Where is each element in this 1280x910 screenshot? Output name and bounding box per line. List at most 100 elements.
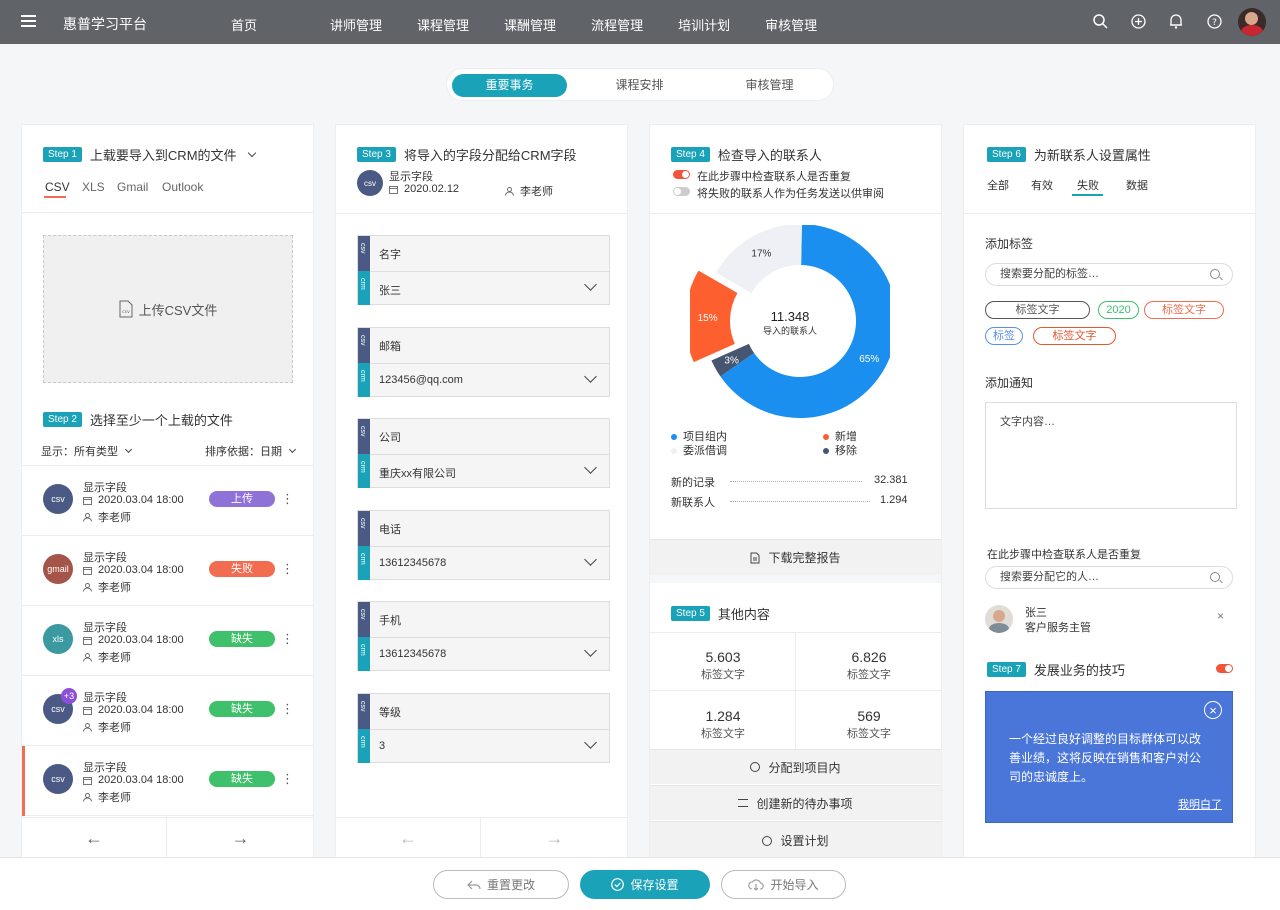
filetab-outlook[interactable]: Outlook [162,180,203,194]
search-icon [1210,572,1220,582]
save-button[interactable]: 保存设置 [580,870,710,899]
import-label: 开始导入 [770,878,819,892]
prev-arrow-icon[interactable]: ← [22,818,167,858]
upload-dropzone[interactable]: csv 上传CSV文件 [43,235,293,383]
mapping-field[interactable]: csv crm 公司 重庆xx有限公司 [357,418,610,488]
save-label: 保存设置 [630,878,679,892]
tag-chip[interactable]: 标签文字 [1144,301,1224,319]
chevron-down-icon[interactable] [584,735,597,749]
filter-tab-all[interactable]: 全部 [987,177,1009,193]
send-failed-toggle[interactable] [673,187,690,196]
tag-chip[interactable]: 2020 [1098,301,1139,319]
stat-value: 1.284 [705,708,741,724]
mapping-field[interactable]: csv crm 邮箱 123456@qq.com [357,326,610,397]
bell-icon[interactable] [1168,13,1184,29]
mapping-field[interactable]: csv crm 名字 张三 [357,235,610,305]
next-arrow-icon[interactable]: → [482,818,627,858]
person-name: 张三 [1025,607,1047,619]
field-value[interactable]: 3 [379,740,385,752]
filter-tab-data[interactable]: 数据 [1126,177,1148,193]
create-todo-label: 创建新的待办事项 [756,796,853,811]
tag-chip[interactable]: 标签文字 [985,301,1090,319]
chevron-down-icon[interactable] [247,148,256,157]
more-options-icon[interactable]: ⋮ [281,771,294,787]
filter-tab-valid[interactable]: 有效 [1031,177,1053,193]
chevron-down-icon[interactable] [584,552,597,566]
assign-project-button[interactable]: 分配到项目内 [650,749,941,784]
legend-dot [823,434,829,441]
nav-courses[interactable]: 课程管理 [417,15,469,34]
file-list-item[interactable]: xls 显示字段 2020.03.04 18:00 李老师 缺失 ⋮ [22,606,313,676]
filetab-gmail[interactable]: Gmail [117,180,148,194]
field-value[interactable]: 13612345678 [379,648,446,660]
user-avatar[interactable] [1238,8,1266,36]
field-value[interactable]: 123456@qq.com [379,374,463,386]
tips-toggle[interactable] [1216,664,1233,673]
mapping-field[interactable]: csv crm 手机 13612345678 [357,601,610,671]
search-icon[interactable] [1092,13,1108,29]
nav-training-plan[interactable]: 培训计划 [678,15,730,34]
nav-review[interactable]: 审核管理 [765,15,817,34]
filter-dropdown[interactable]: 显示：所有类型 [41,443,133,459]
chevron-down-icon[interactable] [584,644,597,657]
set-plan-button[interactable]: 设置计划 [650,821,941,859]
field-value[interactable]: 重庆xx有限公司 [379,465,456,481]
nav-lecturers[interactable]: 讲师管理 [330,15,382,34]
file-date: 2020.02.12 [404,183,460,195]
nav-process[interactable]: 流程管理 [591,15,643,34]
download-report-button[interactable]: 下载完整报告 [650,539,941,575]
person-search-input[interactable]: 搜索要分配它的人… [985,566,1233,589]
hamburger-menu-icon[interactable] [21,15,36,27]
chevron-down-icon[interactable] [584,369,597,383]
create-todo-button[interactable]: 创建新的待办事项 [650,785,941,820]
chevron-down-icon[interactable] [584,461,597,474]
file-list-item[interactable]: csv 显示字段 2020.03.04 18:00 李老师 缺失 ⋮ [22,746,313,816]
step-3-title: 将导入的字段分配给CRM字段 [403,148,577,163]
file-list-item[interactable]: csv 显示字段 2020.03.04 18:00 李老师 上传 ⋮ [22,466,313,536]
chevron-down-icon[interactable] [584,278,597,291]
filter-tab-failed[interactable]: 失败 [1077,177,1099,193]
filetab-csv[interactable]: CSV [45,180,70,194]
contacts-check-card: Step 4 检查导入的联系人 在此步骤中检查联系人是否重复 将失败的联系人作为… [649,124,942,859]
source-strip: csv crm [358,419,370,488]
start-import-button[interactable]: 开始导入 [721,870,846,899]
tab-course-schedule[interactable]: 课程安排 [582,74,697,97]
more-options-icon[interactable]: ⋮ [281,631,294,647]
more-options-icon[interactable]: ⋮ [281,701,294,717]
prev-arrow-icon[interactable]: ← [336,818,481,858]
notice-textarea[interactable]: 文字内容… [985,402,1237,509]
add-icon[interactable] [1130,13,1146,29]
tag-chip[interactable]: 标签文字 [1033,327,1116,345]
mapping-field[interactable]: csv crm 电话 13612345678 [357,509,610,580]
sort-dropdown[interactable]: 排序依据：日期 [205,443,297,459]
reset-button[interactable]: 重置更改 [433,870,569,899]
duplicate-check-toggle[interactable] [673,170,690,179]
step-7-badge: Step 7 [987,662,1026,677]
more-options-icon[interactable]: ⋮ [281,561,294,577]
tab-review[interactable]: 审核管理 [712,74,827,97]
next-arrow-icon[interactable]: → [168,818,313,858]
calendar-icon [389,185,398,194]
file-list-item[interactable]: gmail 显示字段 2020.03.04 18:00 李老师 失败 ⋮ [22,536,313,606]
top-bar: 惠普学习平台 首页 讲师管理 课程管理 课酬管理 流程管理 培训计划 审核管理 … [0,0,1280,44]
nav-home[interactable]: 首页 [231,15,257,34]
field-value[interactable]: 张三 [379,282,401,298]
step-7-title: 发展业务的技巧 [1033,663,1125,678]
tip-dismiss-link[interactable]: 我明白了 [1178,796,1222,812]
person-search-placeholder: 搜索要分配它的人… [1000,571,1099,583]
remove-person-icon[interactable]: × [1217,609,1224,623]
tag-search-input[interactable]: 搜索要分配的标签… [985,263,1233,286]
tab-important[interactable]: 重要事务 [452,74,567,97]
nav-fees[interactable]: 课酬管理 [504,15,556,34]
filetab-xls[interactable]: XLS [82,180,105,194]
field-value[interactable]: 13612345678 [379,557,446,569]
step-2-title: 选择至少一个上载的文件 [89,413,233,428]
mapping-field[interactable]: csv crm 等级 3 [357,692,610,763]
record-value: 1.294 [880,494,908,506]
close-icon[interactable]: × [1204,701,1222,719]
help-icon[interactable]: ? [1206,13,1222,29]
file-list-item[interactable]: csv +3 显示字段 2020.03.04 18:00 李老师 缺失 ⋮ [22,676,313,746]
more-options-icon[interactable]: ⋮ [281,491,294,507]
file-user: 李老师 [98,652,131,664]
tag-chip[interactable]: 标签 [985,327,1023,345]
